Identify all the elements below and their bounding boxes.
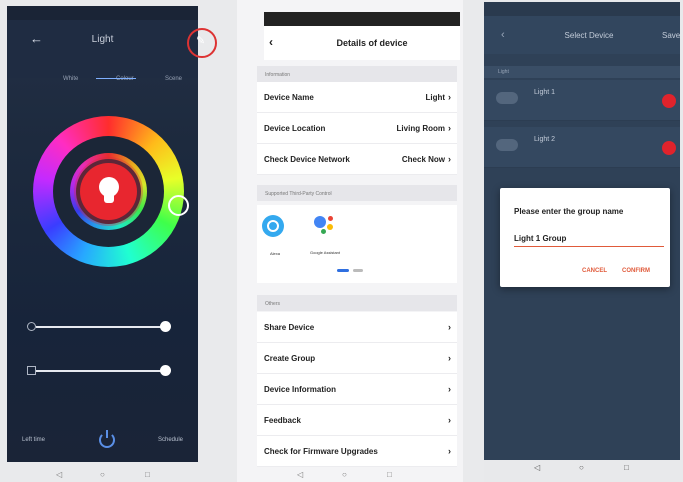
- row-label: Check Device Network: [264, 155, 350, 164]
- row-value: Living Room: [396, 124, 445, 133]
- brightness-slider-track[interactable]: [36, 326, 168, 328]
- row-label: Device Location: [264, 124, 326, 133]
- confirm-button[interactable]: CONFIRM: [622, 268, 650, 274]
- group-name-input[interactable]: Light 1 Group: [514, 232, 664, 247]
- section-label: Information: [265, 72, 291, 78]
- back-chevron-icon[interactable]: ‹: [501, 29, 505, 41]
- status-bar: [7, 6, 198, 20]
- back-chevron-icon[interactable]: ‹: [269, 35, 273, 49]
- brightness-slider-knob[interactable]: [160, 321, 171, 332]
- active-tab-indicator: [96, 78, 136, 79]
- cancel-button[interactable]: CANCEL: [582, 268, 607, 274]
- carousel-dot: [353, 269, 363, 272]
- row-create-group[interactable]: Create Group ›: [257, 343, 457, 374]
- section-information: Information: [257, 66, 457, 82]
- dialog-title: Please enter the group name: [514, 207, 624, 216]
- pencil-icon: ✎: [196, 35, 206, 47]
- carousel-dot-active: [337, 269, 349, 272]
- chevron-right-icon: ›: [448, 353, 451, 363]
- row-label: Device Information: [264, 385, 337, 394]
- left-time-button[interactable]: Left time: [22, 437, 45, 443]
- row-device-location[interactable]: Device Location Living Room ›: [257, 113, 457, 144]
- section-header: Light: [484, 66, 680, 78]
- temperature-icon: [27, 366, 36, 375]
- google-assistant-label: Google Assistant: [309, 250, 341, 255]
- alexa-icon[interactable]: [262, 215, 284, 237]
- row-label: Feedback: [264, 416, 301, 425]
- nav-home-icon[interactable]: ○: [342, 470, 347, 479]
- nav-recent-icon[interactable]: □: [624, 463, 629, 472]
- row-value: Check Now: [401, 155, 445, 164]
- device-icon: [496, 139, 518, 151]
- edit-button[interactable]: ✎: [187, 28, 217, 58]
- device-row-light-1[interactable]: Light 1: [484, 80, 680, 121]
- row-device-information[interactable]: Device Information ›: [257, 374, 457, 405]
- device-name: Light 1: [534, 89, 556, 96]
- power-icon[interactable]: [99, 430, 115, 448]
- row-label: Create Group: [264, 354, 316, 363]
- temperature-slider-track[interactable]: [36, 370, 168, 372]
- group-name-dialog: Please enter the group name Light 1 Grou…: [500, 188, 670, 287]
- google-assistant-icon[interactable]: [312, 214, 336, 238]
- nav-back-icon[interactable]: ◁: [534, 463, 540, 472]
- row-share-device[interactable]: Share Device ›: [257, 312, 457, 343]
- page-title: Details of device: [336, 38, 408, 48]
- row-label: Share Device: [264, 323, 315, 332]
- nav-recent-icon[interactable]: □: [145, 470, 150, 479]
- section-third-party: Supported Third-Party Control: [257, 185, 457, 201]
- device-row-light-2[interactable]: Light 2: [484, 127, 680, 168]
- save-button[interactable]: Save: [662, 31, 680, 40]
- chevron-right-icon: ›: [448, 446, 451, 456]
- page-title: Select Device: [564, 31, 614, 40]
- status-bar: [264, 12, 460, 26]
- brightness-icon: [27, 322, 36, 331]
- page-title: Light: [91, 34, 114, 45]
- row-value: Light: [425, 93, 445, 102]
- device-details-screen: ‹ Details of device Information Device N…: [237, 0, 463, 482]
- selected-indicator-icon[interactable]: [662, 94, 676, 108]
- chevron-right-icon: ›: [448, 415, 451, 425]
- chevron-right-icon: ›: [448, 92, 451, 102]
- row-check-network[interactable]: Check Device Network Check Now ›: [257, 144, 457, 175]
- temperature-slider-knob[interactable]: [160, 365, 171, 376]
- tab-scene[interactable]: Scene: [165, 76, 182, 82]
- select-device-screen: ‹ Select Device Save Light Light 1 Light…: [484, 0, 683, 482]
- bulb-icon: [99, 177, 119, 207]
- nav-recent-icon[interactable]: □: [387, 470, 392, 479]
- color-picker-handle[interactable]: [168, 195, 189, 216]
- chevron-right-icon: ›: [448, 123, 451, 133]
- tab-colour[interactable]: Colour: [116, 76, 134, 82]
- row-feedback[interactable]: Feedback ›: [257, 405, 457, 436]
- nav-back-icon[interactable]: ◁: [56, 470, 62, 479]
- chevron-right-icon: ›: [448, 154, 451, 164]
- nav-home-icon[interactable]: ○: [100, 470, 105, 479]
- row-label: Check for Firmware Upgrades: [264, 447, 378, 456]
- chevron-right-icon: ›: [448, 384, 451, 394]
- status-bar: [484, 2, 680, 16]
- section-label: Light: [498, 69, 509, 75]
- selected-indicator-icon[interactable]: [662, 141, 676, 155]
- schedule-button[interactable]: Schedule: [158, 437, 183, 443]
- nav-back-icon[interactable]: ◁: [297, 470, 303, 479]
- input-value: Light 1 Group: [514, 234, 567, 243]
- device-icon: [496, 92, 518, 104]
- header: [7, 20, 198, 78]
- nav-home-icon[interactable]: ○: [579, 463, 584, 472]
- section-others: Others: [257, 295, 457, 311]
- device-name: Light 2: [534, 136, 556, 143]
- tab-white[interactable]: White: [63, 76, 78, 82]
- alexa-label: Alexa: [269, 251, 280, 256]
- row-label: Device Name: [264, 93, 314, 102]
- chevron-right-icon: ›: [448, 322, 451, 332]
- row-device-name[interactable]: Device Name Light ›: [257, 82, 457, 113]
- section-label: Others: [265, 301, 281, 307]
- section-label: Supported Third-Party Control: [265, 191, 332, 197]
- row-firmware-upgrade[interactable]: Check for Firmware Upgrades ›: [257, 436, 457, 467]
